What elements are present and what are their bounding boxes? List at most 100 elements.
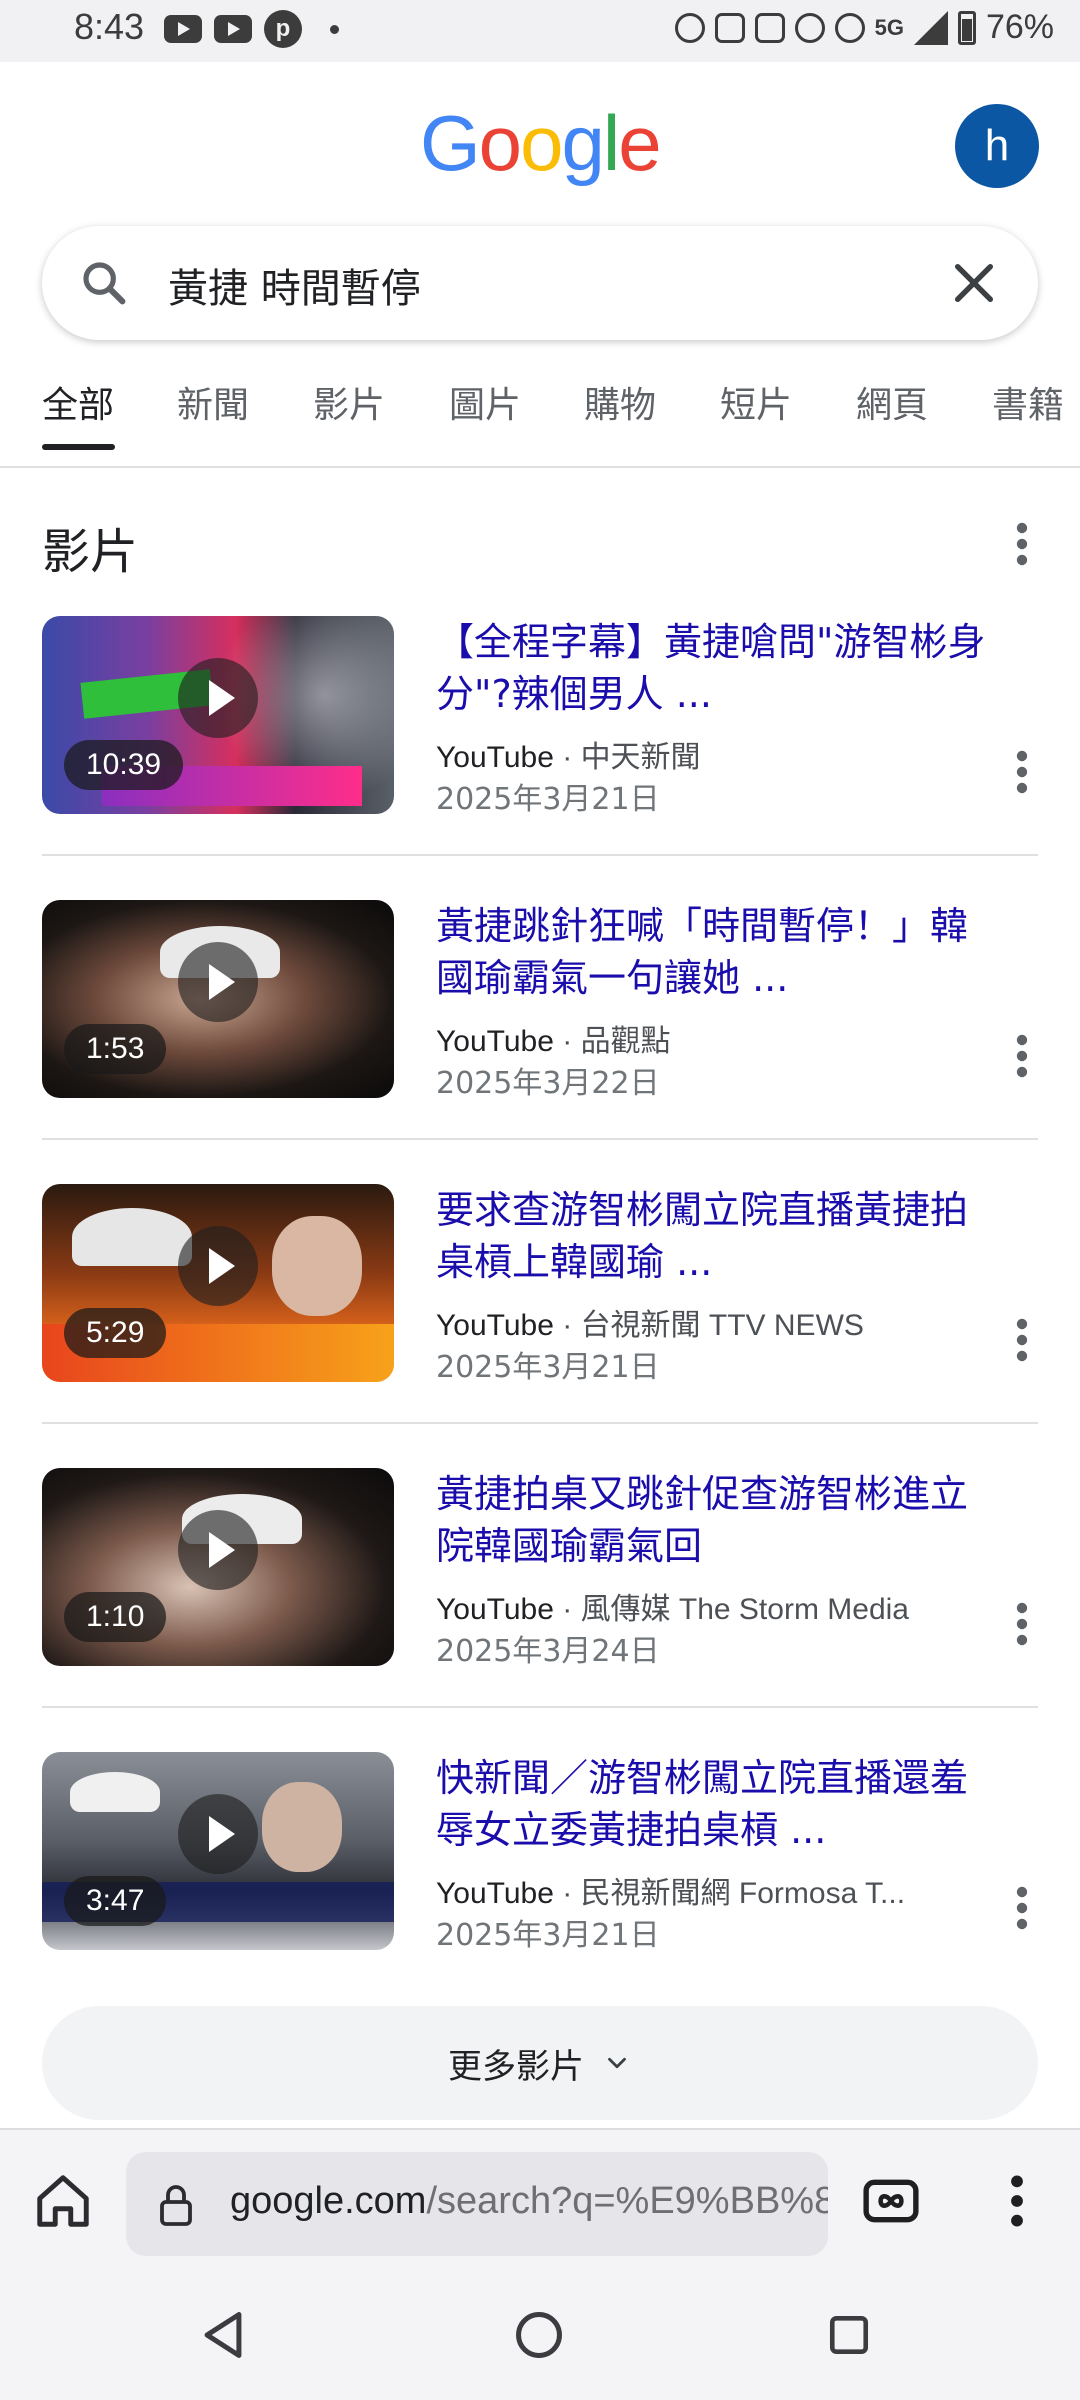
channel-name: 中天新聞 — [580, 741, 701, 774]
more-options-icon[interactable] — [1010, 1034, 1034, 1078]
source-site: YouTube — [436, 741, 554, 774]
logo-letter: g — [561, 99, 604, 187]
video-source: YouTube · 中天新聞 — [436, 741, 701, 774]
video-date: 2025年3月21日 — [436, 1918, 660, 1953]
search-icon[interactable] — [78, 257, 130, 309]
active-tab-indicator — [42, 444, 115, 450]
url-text[interactable]: google.com/search?q=%E9%BB%8 — [230, 2180, 828, 2223]
browser-toolbar: google.com/search?q=%E9%BB%8 — [0, 2128, 1080, 2270]
tab-videos[interactable]: 影片 — [313, 376, 385, 428]
video-title-link[interactable]: 【全程字幕】黃捷嗆問"游智彬身分"?辣個男人 ... — [436, 616, 996, 720]
divider — [42, 1138, 1038, 1140]
search-box[interactable]: 黃捷 時間暫停 — [42, 226, 1038, 340]
home-nav-icon[interactable] — [514, 2310, 564, 2360]
video-title-link[interactable]: 黃捷拍桌又跳針促查游智彬進立院韓國瑜霸氣回 — [436, 1468, 996, 1572]
source-site: YouTube — [436, 1877, 554, 1910]
video-thumbnail[interactable]: 1:53 — [42, 900, 394, 1098]
back-icon[interactable] — [200, 2310, 246, 2360]
video-result[interactable]: 1:10 黃捷拍桌又跳針促查游智彬進立院韓國瑜霸氣回 YouTube · 風傳媒… — [42, 1468, 1038, 1669]
channel-name: 民視新聞網 Formosa T... — [580, 1877, 906, 1910]
video-result[interactable]: 10:39 【全程字幕】黃捷嗆問"游智彬身分"?辣個男人 ... YouTube… — [42, 616, 1038, 817]
video-thumbnail[interactable]: 3:47 — [42, 1752, 394, 1950]
tab-short-videos[interactable]: 短片 — [720, 376, 792, 428]
alarm-icon — [674, 12, 705, 43]
tab-web[interactable]: 網頁 — [856, 376, 928, 428]
tab-images[interactable]: 圖片 — [449, 376, 521, 428]
more-menu-icon[interactable] — [1004, 2174, 1030, 2228]
logo-letter: e — [618, 99, 661, 187]
video-result[interactable]: 5:29 要求查游智彬闖立院直播黃捷拍桌槓上韓國瑜 ... YouTube · … — [42, 1184, 1038, 1385]
network-type: 5G — [874, 14, 904, 40]
lock-icon[interactable] — [152, 2180, 200, 2230]
auto-hz-icon — [754, 12, 785, 43]
source-site: YouTube — [436, 1593, 554, 1626]
tab-news[interactable]: 新聞 — [177, 376, 249, 428]
signal-icon — [913, 10, 948, 45]
logo-letter: o — [520, 99, 563, 187]
play-icon — [178, 1510, 258, 1590]
url-host: google.com — [230, 2180, 427, 2222]
divider — [42, 1422, 1038, 1424]
private-tabs-icon[interactable] — [862, 2174, 920, 2228]
video-date: 2025年3月21日 — [436, 1350, 660, 1385]
video-source: YouTube · 風傳媒 The Storm Media — [436, 1593, 909, 1626]
mute-icon — [794, 12, 825, 43]
video-title-link[interactable]: 黃捷跳針狂喊「時間暫停！」韓國瑜霸氣一句讓她 ... — [436, 900, 996, 1004]
source-site: YouTube — [436, 1309, 554, 1342]
home-icon[interactable] — [32, 2170, 94, 2232]
video-source: YouTube · 台視新聞 TTV NEWS — [436, 1309, 864, 1342]
more-options-icon[interactable] — [1010, 1602, 1034, 1646]
video-duration: 5:29 — [64, 1308, 167, 1358]
video-title-link[interactable]: 要求查游智彬闖立院直播黃捷拍桌槓上韓國瑜 ... — [436, 1184, 996, 1288]
search-input[interactable]: 黃捷 時間暫停 — [168, 256, 421, 314]
battery-percent: 76% — [985, 8, 1054, 46]
tab-books[interactable]: 書籍 — [992, 376, 1064, 428]
divider — [42, 1706, 1038, 1708]
youtube-notification-icon — [164, 15, 202, 43]
more-options-icon[interactable] — [1010, 1318, 1034, 1362]
battery-icon — [957, 10, 976, 45]
video-result[interactable]: 3:47 快新聞／游智彬闖立院直播還羞辱女立委黃捷拍桌槓 ... YouTube… — [42, 1752, 1038, 1953]
video-thumbnail[interactable]: 10:39 — [42, 616, 394, 814]
account-avatar[interactable]: h — [955, 104, 1039, 188]
play-icon — [178, 1226, 258, 1306]
video-result[interactable]: 1:53 黃捷跳針狂喊「時間暫停！」韓國瑜霸氣一句讓她 ... YouTube … — [42, 900, 1038, 1101]
videos-section-title: 影片 — [42, 524, 139, 580]
video-thumbnail[interactable]: 5:29 — [42, 1184, 394, 1382]
video-title-link[interactable]: 快新聞／游智彬闖立院直播還羞辱女立委黃捷拍桌槓 ... — [436, 1752, 996, 1856]
more-options-icon[interactable] — [1010, 1886, 1034, 1930]
notification-icons: p — [164, 10, 339, 48]
tab-shopping[interactable]: 購物 — [584, 376, 656, 428]
url-path: /search?q=%E9%BB%8 — [426, 2180, 828, 2222]
status-bar: 8:43 p 5G 76% — [0, 0, 1080, 62]
logo-letter: o — [478, 99, 522, 187]
source-site: YouTube — [436, 1025, 554, 1058]
recent-apps-icon[interactable] — [826, 2312, 872, 2358]
video-source: YouTube · 品觀點 — [436, 1025, 671, 1058]
system-icons: 5G 76% — [674, 8, 1054, 47]
clear-icon[interactable] — [946, 255, 1002, 311]
play-icon — [178, 1794, 258, 1874]
play-icon — [178, 658, 258, 738]
video-date: 2025年3月21日 — [436, 782, 660, 817]
play-icon — [178, 942, 258, 1022]
logo-letter: l — [602, 99, 620, 187]
channel-name: 品觀點 — [580, 1025, 671, 1058]
camera-icon — [714, 12, 745, 43]
search-tabs: 全部 新聞 影片 圖片 購物 短片 網頁 書籍 — [0, 376, 1080, 468]
address-bar[interactable]: google.com/search?q=%E9%BB%8 — [126, 2152, 828, 2256]
p-app-notification-icon: p — [264, 10, 302, 48]
video-duration: 10:39 — [64, 740, 184, 790]
more-videos-button[interactable]: 更多影片 — [42, 2006, 1038, 2120]
tab-all[interactable]: 全部 — [42, 376, 114, 428]
status-time: 8:43 — [74, 6, 145, 47]
more-options-icon[interactable] — [1010, 750, 1034, 794]
video-date: 2025年3月24日 — [436, 1634, 660, 1669]
video-source: YouTube · 民視新聞網 Formosa T... — [436, 1877, 906, 1910]
channel-name: 風傳媒 The Storm Media — [580, 1593, 909, 1626]
chevron-down-icon — [608, 2057, 626, 2069]
google-logo[interactable]: Google — [420, 98, 662, 189]
more-options-icon[interactable] — [1010, 522, 1034, 566]
video-duration: 3:47 — [64, 1876, 167, 1926]
video-thumbnail[interactable]: 1:10 — [42, 1468, 394, 1666]
